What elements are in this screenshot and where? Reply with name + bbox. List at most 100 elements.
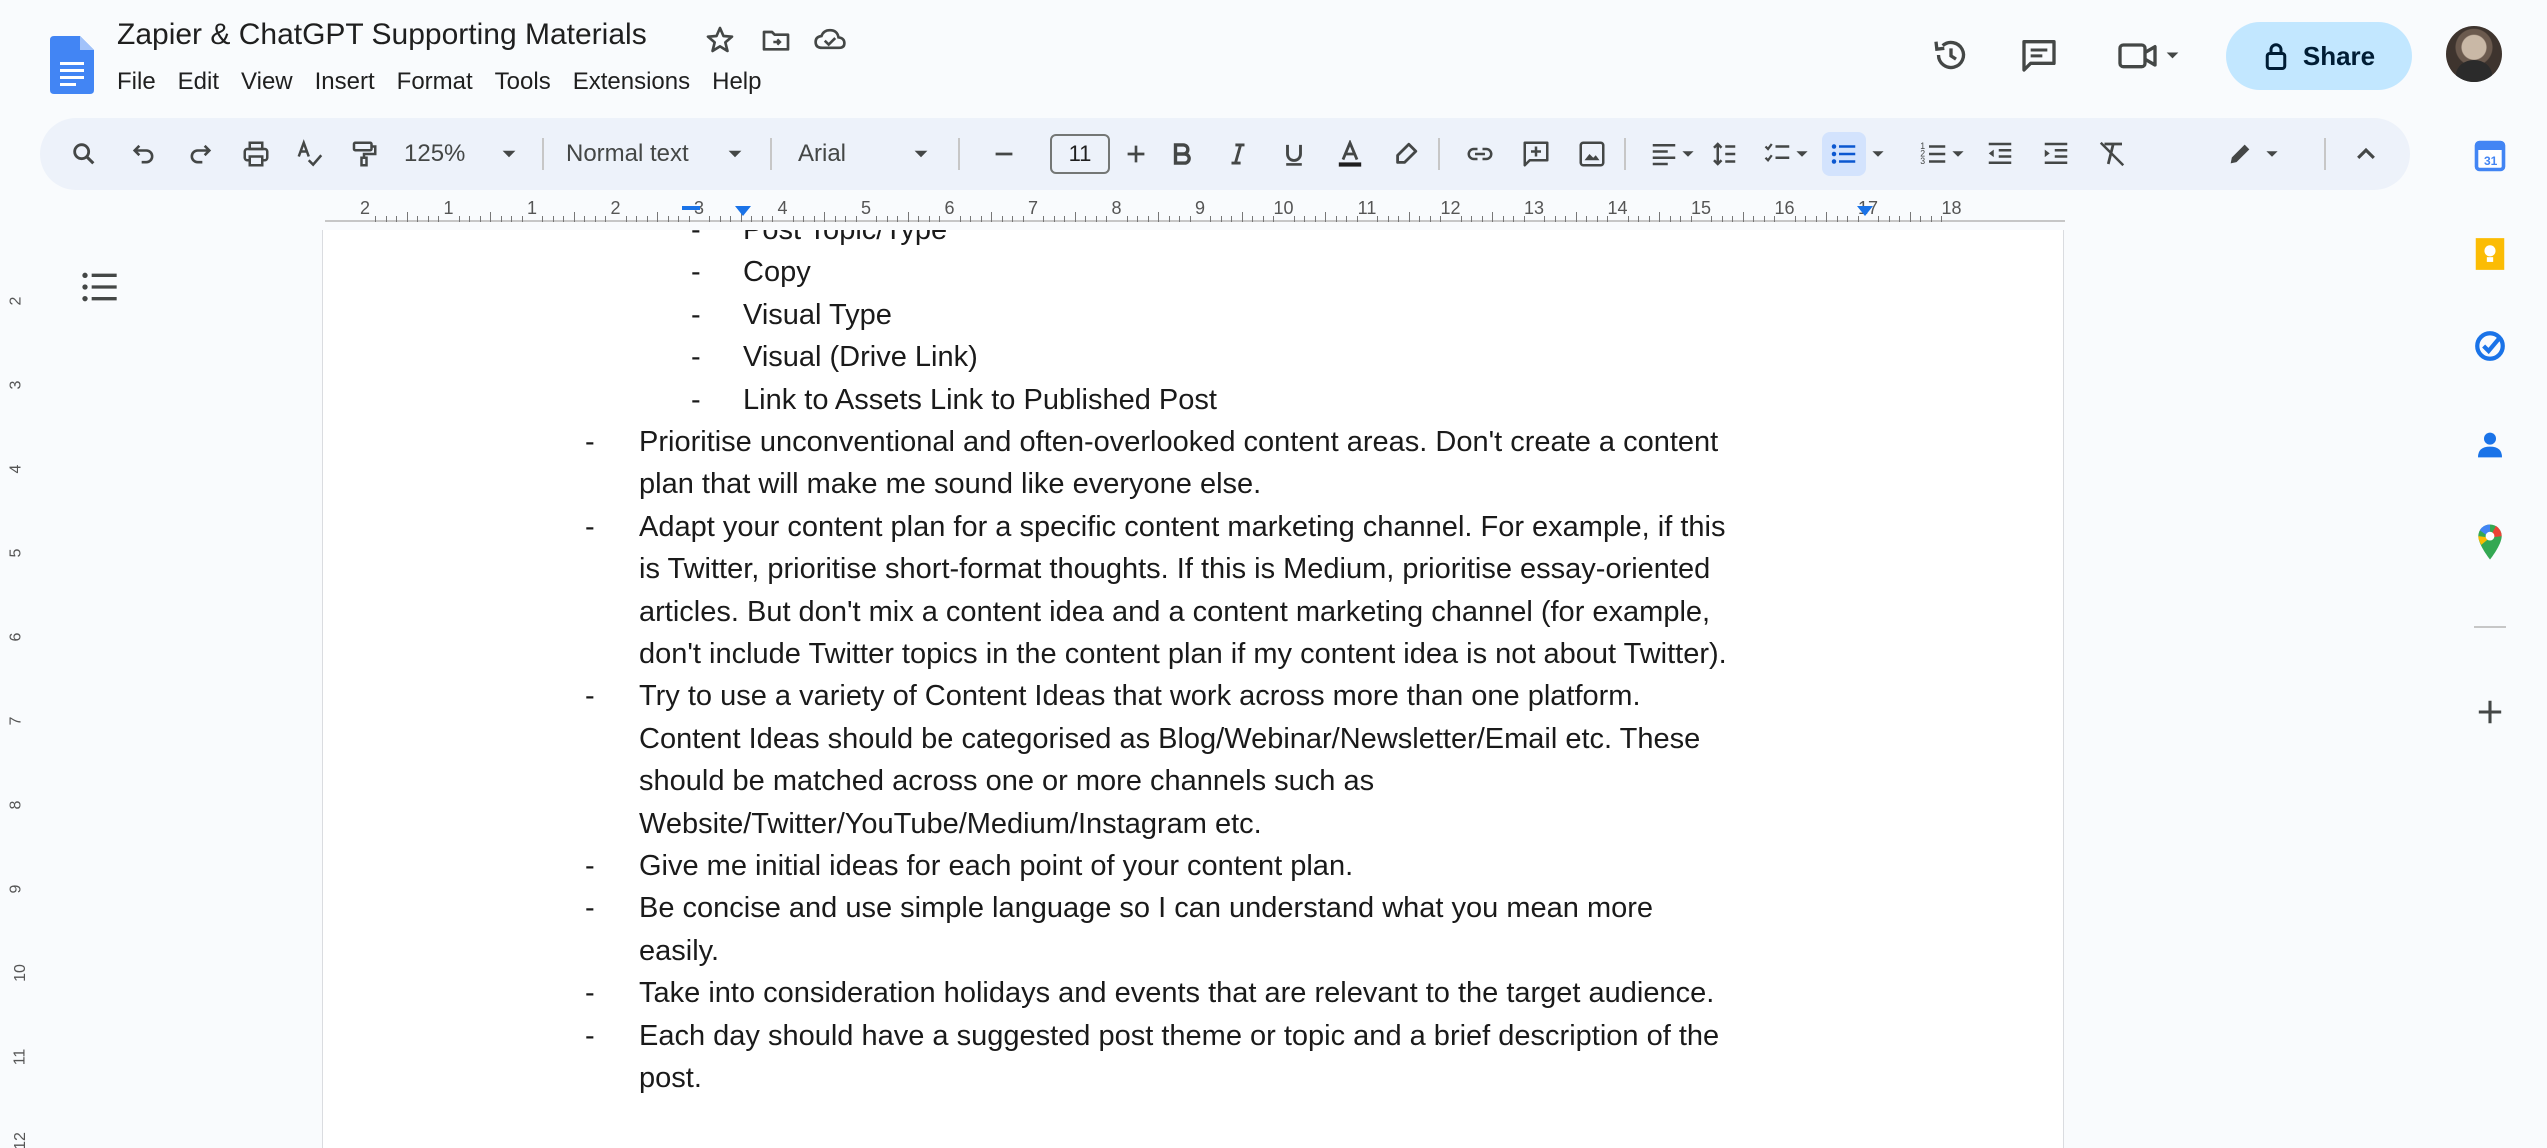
star-icon[interactable] xyxy=(700,20,740,60)
hide-menus-chevron-up-icon[interactable] xyxy=(2346,132,2386,176)
ruler-tick xyxy=(594,216,596,222)
vertical-ruler[interactable]: 2 3 4 5 6 7 8 9 10 11 12 xyxy=(0,226,40,1148)
menu-edit[interactable]: Edit xyxy=(178,66,231,102)
ruler-tick xyxy=(761,216,763,222)
chevron-down-icon[interactable] xyxy=(1676,132,1700,176)
decrease-font-size-icon[interactable] xyxy=(984,132,1024,176)
chevron-down-icon[interactable] xyxy=(720,132,750,176)
document-title[interactable]: Zapier & ChatGPT Supporting Materials xyxy=(117,18,647,52)
ruler-tick xyxy=(1220,216,1222,222)
chevron-down-icon[interactable] xyxy=(494,132,524,176)
list-item-line: easily. xyxy=(639,934,720,967)
ruler-tick xyxy=(1335,216,1337,222)
first-line-indent-marker[interactable] xyxy=(681,204,701,218)
search-menus-icon[interactable] xyxy=(64,132,104,176)
horizontal-ruler[interactable]: 21123456789101112131415161718 xyxy=(325,196,2065,226)
paint-format-icon[interactable] xyxy=(344,132,384,176)
ruler-tick xyxy=(490,212,492,222)
comments-icon[interactable] xyxy=(2014,30,2064,80)
spellcheck-icon[interactable] xyxy=(290,132,330,176)
menu-format[interactable]: Format xyxy=(397,66,485,102)
undo-icon[interactable] xyxy=(124,132,164,176)
bulleted-list-icon[interactable] xyxy=(1822,132,1866,176)
bullet-dash: - xyxy=(691,298,701,331)
ruler-tick xyxy=(1471,216,1473,222)
insert-image-icon[interactable] xyxy=(1572,132,1612,176)
list-item-line: Take into consideration holidays and eve… xyxy=(639,977,1715,1010)
side-panel: 31 xyxy=(2460,120,2520,820)
paragraph-style-value: Normal text xyxy=(566,140,689,167)
meet-icon[interactable] xyxy=(2110,30,2190,80)
share-button[interactable]: Share xyxy=(2226,22,2412,90)
editing-mode-icon[interactable] xyxy=(2220,132,2260,176)
right-indent-marker[interactable] xyxy=(1855,204,1875,218)
list-item-line: Website/Twitter/YouTube/Medium/Instagram… xyxy=(639,807,1262,840)
ruler-tick xyxy=(469,216,471,222)
move-to-folder-icon[interactable] xyxy=(756,20,796,60)
cloud-saved-icon[interactable] xyxy=(810,20,850,60)
contacts-icon[interactable] xyxy=(2460,414,2520,474)
chevron-down-icon[interactable] xyxy=(1946,132,1970,176)
ruler-tick xyxy=(1638,216,1640,222)
decrease-indent-icon[interactable] xyxy=(1980,132,2020,176)
chevron-down-icon[interactable] xyxy=(1866,132,1890,176)
avatar[interactable] xyxy=(2446,26,2502,82)
increase-indent-icon[interactable] xyxy=(2036,132,2076,176)
ruler-tick xyxy=(1627,216,1629,222)
line-spacing-icon[interactable] xyxy=(1704,132,1744,176)
docs-logo-icon[interactable] xyxy=(50,36,94,94)
ruler-tick xyxy=(1064,216,1066,222)
chevron-down-icon[interactable] xyxy=(1790,132,1814,176)
version-history-icon[interactable] xyxy=(1926,30,1976,80)
menu-help[interactable]: Help xyxy=(712,66,773,102)
list-item-line: don't include Twitter topics in the cont… xyxy=(639,638,1727,670)
ruler-tick xyxy=(1012,216,1014,222)
left-indent-marker[interactable] xyxy=(733,204,753,218)
menu-extensions[interactable]: Extensions xyxy=(573,66,702,102)
highlight-color-icon[interactable] xyxy=(1386,132,1426,176)
chevron-down-icon[interactable] xyxy=(906,132,936,176)
chevron-down-icon[interactable] xyxy=(2258,132,2286,176)
ruler-label: 15 xyxy=(1690,198,1712,218)
bullet-dash: - xyxy=(585,1019,595,1052)
print-icon[interactable] xyxy=(236,132,276,176)
vertical-ruler-label: 8 xyxy=(7,800,25,810)
ruler-tick xyxy=(1346,216,1348,222)
redo-icon[interactable] xyxy=(180,132,220,176)
increase-font-size-icon[interactable] xyxy=(1116,132,1156,176)
menu-tools[interactable]: Tools xyxy=(495,66,563,102)
list-item-line: plan that will make me sound like everyo… xyxy=(639,468,1262,501)
font-size-input[interactable]: 11 xyxy=(1050,134,1110,174)
tasks-icon[interactable] xyxy=(2460,316,2520,376)
keep-icon[interactable] xyxy=(2460,224,2520,284)
paragraph-style-select[interactable]: Normal text xyxy=(566,132,726,176)
ruler-tick xyxy=(1586,216,1588,222)
ruler-tick xyxy=(730,216,732,222)
ruler-tick xyxy=(563,216,565,222)
menu-insert[interactable]: Insert xyxy=(315,66,387,102)
toolbar-divider xyxy=(770,138,772,170)
menu-view[interactable]: View xyxy=(241,66,305,102)
ruler-tick xyxy=(1095,216,1097,222)
ruler-tick xyxy=(1231,216,1233,222)
italic-icon[interactable] xyxy=(1218,132,1258,176)
ruler-label: 10 xyxy=(1273,198,1294,218)
underline-icon[interactable] xyxy=(1274,132,1314,176)
document-page[interactable]: - Post Topic/Type - Copy - Visual Type - Visual… xyxy=(322,230,2064,1148)
maps-icon[interactable] xyxy=(2460,512,2520,572)
sub-list-item: Copy xyxy=(743,256,811,289)
ruler-tick xyxy=(939,216,941,222)
ruler-tick xyxy=(855,216,857,222)
menu-file[interactable]: File xyxy=(117,66,168,102)
add-comment-icon[interactable] xyxy=(1516,132,1556,176)
add-icon[interactable] xyxy=(2460,682,2520,742)
document-outline-icon[interactable] xyxy=(80,270,124,306)
clear-formatting-icon[interactable] xyxy=(2092,132,2132,176)
calendar-icon[interactable]: 31 xyxy=(2460,126,2520,186)
ruler-tick xyxy=(396,216,398,222)
insert-link-icon[interactable] xyxy=(1460,132,1500,176)
list-item-line: Each day should have a suggested post th… xyxy=(639,1019,1720,1052)
bold-icon[interactable] xyxy=(1162,132,1202,176)
font-select[interactable]: Arial xyxy=(798,132,918,176)
text-color-icon[interactable] xyxy=(1330,132,1370,176)
